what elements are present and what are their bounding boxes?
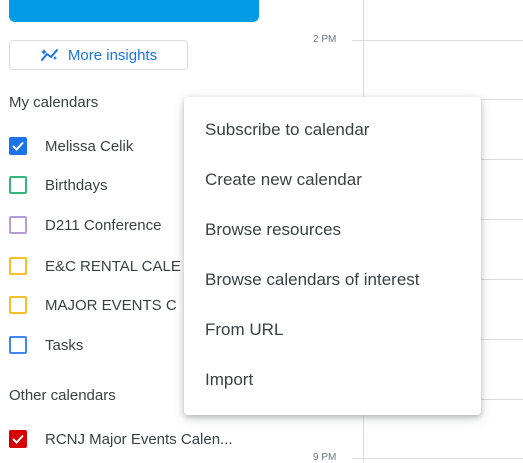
calendar-item-major-events[interactable]: MAJOR EVENTS C	[9, 292, 177, 318]
checkbox-unchecked-icon[interactable]	[9, 296, 27, 314]
time-label-2pm: 2 PM	[313, 34, 337, 45]
checkbox-unchecked-icon[interactable]	[9, 216, 27, 234]
checkbox-unchecked-icon[interactable]	[9, 336, 27, 354]
checkbox-unchecked-icon[interactable]	[9, 176, 27, 194]
calendar-item-d211-conference[interactable]: D211 Conference	[9, 212, 161, 238]
calendar-label: Birthdays	[45, 176, 108, 194]
insights-icon	[40, 47, 60, 63]
checkbox-checked-icon[interactable]	[9, 430, 27, 448]
menu-item-from-url[interactable]: From URL	[184, 305, 481, 355]
calendar-item-rcnj-major-events[interactable]: RCNJ Major Events Calen...	[9, 426, 233, 452]
calendar-item-melissa-celik[interactable]: Melissa Celik	[9, 133, 133, 159]
more-insights-label: More insights	[67, 46, 158, 64]
menu-item-create-new[interactable]: Create new calendar	[184, 155, 481, 205]
calendar-label: RCNJ Major Events Calen...	[45, 430, 233, 448]
calendar-label: MAJOR EVENTS C	[45, 296, 177, 314]
time-label-9pm: 9 PM	[313, 452, 337, 463]
menu-item-browse-interest[interactable]: Browse calendars of interest	[184, 255, 481, 305]
calendar-label: E&C RENTAL CALE	[45, 257, 181, 275]
add-calendar-menu: Subscribe to calendar Create new calenda…	[184, 97, 481, 415]
calendar-label: Tasks	[45, 336, 84, 354]
my-calendars-heading[interactable]: My calendars	[9, 94, 98, 111]
calendar-item-tasks[interactable]: Tasks	[9, 332, 83, 358]
current-event-bar[interactable]	[9, 0, 259, 22]
menu-item-subscribe[interactable]: Subscribe to calendar	[184, 105, 481, 155]
checkbox-checked-icon[interactable]	[9, 137, 27, 155]
more-insights-button[interactable]: More insights	[9, 40, 188, 70]
menu-item-import[interactable]: Import	[184, 355, 481, 405]
menu-item-browse-resources[interactable]: Browse resources	[184, 205, 481, 255]
calendar-label: D211 Conference	[45, 216, 162, 234]
checkbox-unchecked-icon[interactable]	[9, 257, 27, 275]
other-calendars-heading[interactable]: Other calendars	[9, 387, 116, 404]
calendar-item-ec-rental[interactable]: E&C RENTAL CALE	[9, 253, 181, 279]
calendar-item-birthdays[interactable]: Birthdays	[9, 172, 108, 198]
calendar-label: Melissa Celik	[45, 137, 134, 155]
